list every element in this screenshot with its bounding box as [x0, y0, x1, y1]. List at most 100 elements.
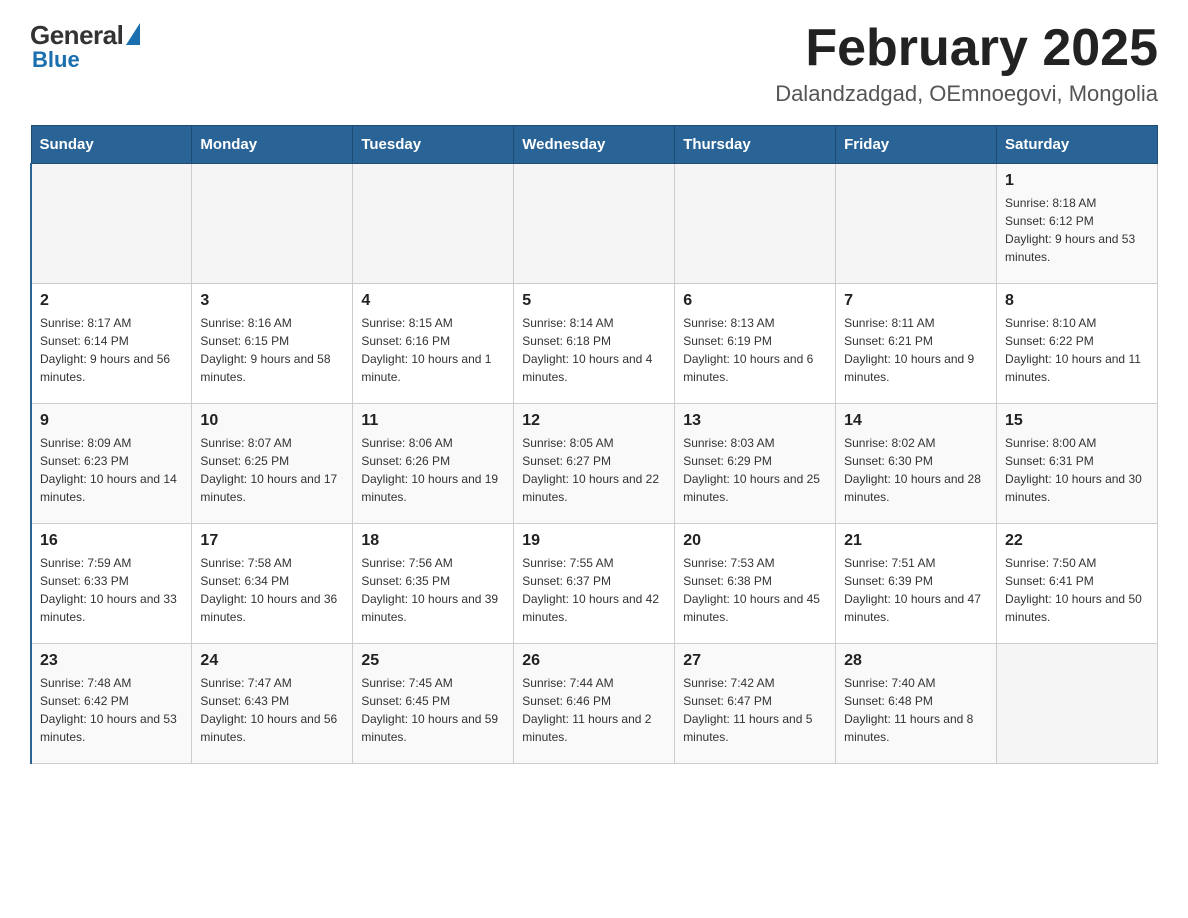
calendar-cell: 22Sunrise: 7:50 AM Sunset: 6:41 PM Dayli…	[997, 524, 1158, 644]
day-header-tuesday: Tuesday	[353, 126, 514, 164]
day-number: 12	[522, 412, 666, 430]
day-number: 5	[522, 292, 666, 310]
day-info: Sunrise: 8:14 AM Sunset: 6:18 PM Dayligh…	[522, 314, 666, 386]
day-number: 26	[522, 652, 666, 670]
day-info: Sunrise: 7:58 AM Sunset: 6:34 PM Dayligh…	[200, 554, 344, 626]
day-number: 8	[1005, 292, 1149, 310]
day-info: Sunrise: 7:44 AM Sunset: 6:46 PM Dayligh…	[522, 674, 666, 746]
day-info: Sunrise: 7:53 AM Sunset: 6:38 PM Dayligh…	[683, 554, 827, 626]
calendar-table: SundayMondayTuesdayWednesdayThursdayFrid…	[30, 125, 1158, 764]
calendar-cell: 27 Sunrise: 7:42 AM Sunset: 6:47 PM Dayli…	[675, 644, 836, 764]
day-number: 24	[200, 652, 344, 670]
calendar-cell: 8 Sunrise: 8:10 AM Sunset: 6:22 PM Daylig…	[997, 284, 1158, 404]
logo-blue-text: Blue	[32, 47, 80, 73]
week-row-1: 1 Sunrise: 8:18 AM Sunset: 6:12 PM Daylig…	[31, 164, 1158, 284]
day-number: 28	[844, 652, 988, 670]
day-header-monday: Monday	[192, 126, 353, 164]
logo-triangle-icon	[126, 23, 140, 45]
day-header-wednesday: Wednesday	[514, 126, 675, 164]
calendar-cell: 10 Sunrise: 8:07 AM Sunset: 6:25 PM Dayli…	[192, 404, 353, 524]
day-info: Sunrise: 7:47 AM Sunset: 6:43 PM Dayligh…	[200, 674, 344, 746]
day-number: 15	[1005, 412, 1149, 430]
calendar-cell: 28Sunrise: 7:40 AM Sunset: 6:48 PM Dayli…	[836, 644, 997, 764]
calendar-cell: 11Sunrise: 8:06 AM Sunset: 6:26 PM Dayli…	[353, 404, 514, 524]
calendar-cell: 1 Sunrise: 8:18 AM Sunset: 6:12 PM Daylig…	[997, 164, 1158, 284]
day-info: Sunrise: 7:45 AM Sunset: 6:45 PM Dayligh…	[361, 674, 505, 746]
calendar-cell: 24 Sunrise: 7:47 AM Sunset: 6:43 PM Dayli…	[192, 644, 353, 764]
day-number: 11	[361, 412, 505, 430]
calendar-title: February 2025	[775, 20, 1158, 77]
day-header-friday: Friday	[836, 126, 997, 164]
day-info: Sunrise: 8:02 AM Sunset: 6:30 PM Dayligh…	[844, 434, 988, 506]
day-info: Sunrise: 8:17 AM Sunset: 6:14 PM Dayligh…	[40, 314, 183, 386]
day-info: Sunrise: 7:42 AM Sunset: 6:47 PM Dayligh…	[683, 674, 827, 746]
day-number: 4	[361, 292, 505, 310]
week-row-4: 16 Sunrise: 7:59 AM Sunset: 6:33 PM Dayli…	[31, 524, 1158, 644]
day-number: 6	[683, 292, 827, 310]
day-number: 27	[683, 652, 827, 670]
day-number: 16	[40, 532, 183, 550]
day-number: 2	[40, 292, 183, 310]
calendar-cell: 25 Sunrise: 7:45 AM Sunset: 6:45 PM Dayli…	[353, 644, 514, 764]
calendar-cell: 14 Sunrise: 8:02 AM Sunset: 6:30 PM Dayli…	[836, 404, 997, 524]
calendar-cell: 26 Sunrise: 7:44 AM Sunset: 6:46 PM Dayli…	[514, 644, 675, 764]
day-info: Sunrise: 7:48 AM Sunset: 6:42 PM Dayligh…	[40, 674, 183, 746]
calendar-cell: 21 Sunrise: 7:51 AM Sunset: 6:39 PM Dayli…	[836, 524, 997, 644]
calendar-cell: 20 Sunrise: 7:53 AM Sunset: 6:38 PM Dayli…	[675, 524, 836, 644]
calendar-cell	[997, 644, 1158, 764]
day-number: 10	[200, 412, 344, 430]
day-info: Sunrise: 8:09 AM Sunset: 6:23 PM Dayligh…	[40, 434, 183, 506]
day-header-sunday: Sunday	[31, 126, 192, 164]
week-row-3: 9 Sunrise: 8:09 AM Sunset: 6:23 PM Daylig…	[31, 404, 1158, 524]
day-info: Sunrise: 8:10 AM Sunset: 6:22 PM Dayligh…	[1005, 314, 1149, 386]
calendar-cell: 3 Sunrise: 8:16 AM Sunset: 6:15 PM Daylig…	[192, 284, 353, 404]
calendar-subtitle: Dalandzadgad, OEmnoegovi, Mongolia	[775, 81, 1158, 107]
calendar-cell: 12Sunrise: 8:05 AM Sunset: 6:27 PM Dayli…	[514, 404, 675, 524]
calendar-cell: 2 Sunrise: 8:17 AM Sunset: 6:14 PM Daylig…	[31, 284, 192, 404]
day-info: Sunrise: 8:16 AM Sunset: 6:15 PM Dayligh…	[200, 314, 344, 386]
calendar-cell: 13Sunrise: 8:03 AM Sunset: 6:29 PM Dayli…	[675, 404, 836, 524]
calendar-cell: 6Sunrise: 8:13 AM Sunset: 6:19 PM Daylig…	[675, 284, 836, 404]
day-number: 25	[361, 652, 505, 670]
day-number: 13	[683, 412, 827, 430]
calendar-cell: 7 Sunrise: 8:11 AM Sunset: 6:21 PM Daylig…	[836, 284, 997, 404]
day-number: 21	[844, 532, 988, 550]
calendar-cell	[353, 164, 514, 284]
day-info: Sunrise: 7:56 AM Sunset: 6:35 PM Dayligh…	[361, 554, 505, 626]
day-info: Sunrise: 8:18 AM Sunset: 6:12 PM Dayligh…	[1005, 194, 1149, 266]
day-number: 9	[40, 412, 183, 430]
day-header-saturday: Saturday	[997, 126, 1158, 164]
day-number: 1	[1005, 172, 1149, 190]
calendar-cell	[31, 164, 192, 284]
calendar-cell: 5 Sunrise: 8:14 AM Sunset: 6:18 PM Daylig…	[514, 284, 675, 404]
calendar-cell: 15 Sunrise: 8:00 AM Sunset: 6:31 PM Dayli…	[997, 404, 1158, 524]
day-info: Sunrise: 8:00 AM Sunset: 6:31 PM Dayligh…	[1005, 434, 1149, 506]
calendar-cell	[192, 164, 353, 284]
day-info: Sunrise: 7:50 AM Sunset: 6:41 PM Dayligh…	[1005, 554, 1149, 626]
day-number: 19	[522, 532, 666, 550]
calendar-cell: 18Sunrise: 7:56 AM Sunset: 6:35 PM Dayli…	[353, 524, 514, 644]
calendar-cell: 9 Sunrise: 8:09 AM Sunset: 6:23 PM Daylig…	[31, 404, 192, 524]
day-number: 20	[683, 532, 827, 550]
day-number: 23	[40, 652, 183, 670]
day-info: Sunrise: 7:51 AM Sunset: 6:39 PM Dayligh…	[844, 554, 988, 626]
calendar-cell	[514, 164, 675, 284]
day-number: 7	[844, 292, 988, 310]
day-info: Sunrise: 8:15 AM Sunset: 6:16 PM Dayligh…	[361, 314, 505, 386]
day-number: 17	[200, 532, 344, 550]
calendar-cell: 17 Sunrise: 7:58 AM Sunset: 6:34 PM Dayli…	[192, 524, 353, 644]
calendar-cell: 4 Sunrise: 8:15 AM Sunset: 6:16 PM Daylig…	[353, 284, 514, 404]
day-info: Sunrise: 8:07 AM Sunset: 6:25 PM Dayligh…	[200, 434, 344, 506]
day-number: 3	[200, 292, 344, 310]
calendar-cell: 16 Sunrise: 7:59 AM Sunset: 6:33 PM Dayli…	[31, 524, 192, 644]
day-number: 14	[844, 412, 988, 430]
week-row-5: 23 Sunrise: 7:48 AM Sunset: 6:42 PM Dayli…	[31, 644, 1158, 764]
calendar-cell	[836, 164, 997, 284]
day-info: Sunrise: 7:59 AM Sunset: 6:33 PM Dayligh…	[40, 554, 183, 626]
page-header: General Blue February 2025 Dalandzadgad,…	[30, 20, 1158, 107]
calendar-cell: 19 Sunrise: 7:55 AM Sunset: 6:37 PM Dayli…	[514, 524, 675, 644]
calendar-cell	[675, 164, 836, 284]
title-section: February 2025 Dalandzadgad, OEmnoegovi, …	[775, 20, 1158, 107]
day-info: Sunrise: 7:55 AM Sunset: 6:37 PM Dayligh…	[522, 554, 666, 626]
day-info: Sunrise: 8:11 AM Sunset: 6:21 PM Dayligh…	[844, 314, 988, 386]
